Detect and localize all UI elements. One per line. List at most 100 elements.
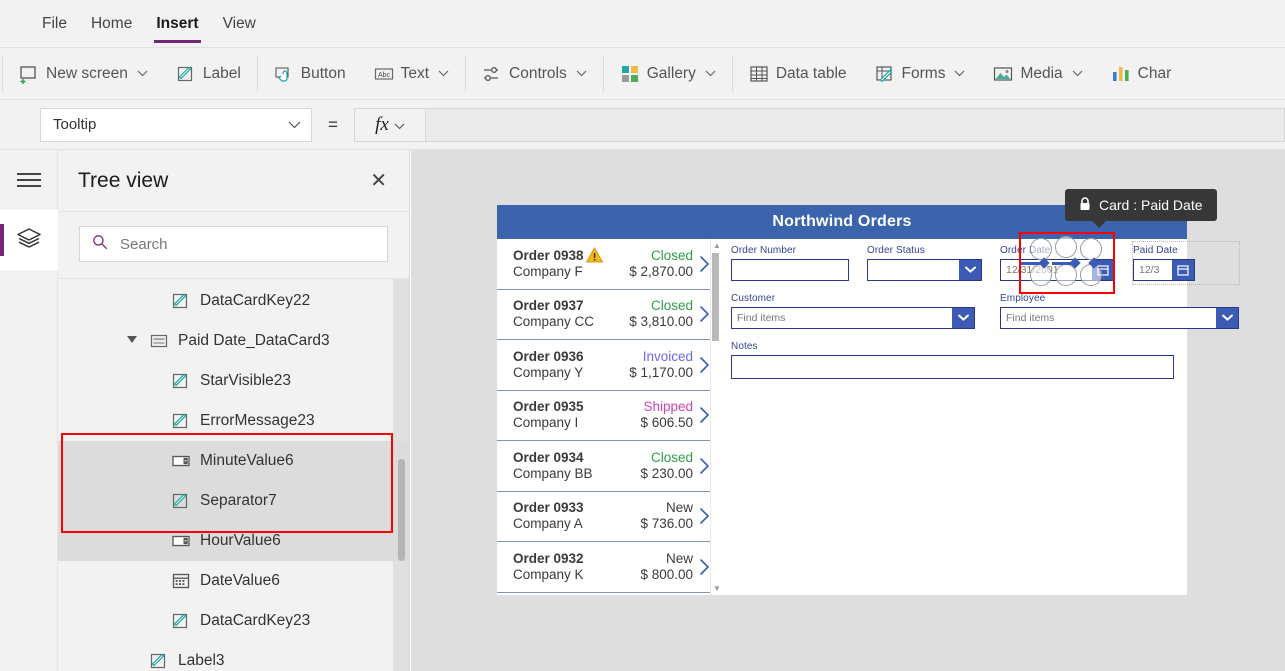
chevron-down-icon[interactable] (705, 70, 716, 77)
order-number-label: Order Number (731, 245, 849, 256)
svg-text:Abc: Abc (378, 71, 391, 78)
gallery-amount: $ 736.00 (640, 516, 693, 532)
menu-tab-file[interactable]: File (30, 1, 79, 47)
chevron-down-icon[interactable] (438, 70, 449, 77)
ribbon-item-label[interactable]: Label (162, 52, 255, 96)
customer-combobox[interactable]: Find items (731, 307, 975, 329)
gallery-row[interactable]: Order 0935ShippedCompany I$ 606.50 (497, 391, 719, 442)
paid-date-card[interactable]: Paid Date 12/3 (1133, 242, 1239, 284)
customer-card[interactable]: Customer Find items (731, 293, 975, 329)
menu-tab-view[interactable]: View (211, 1, 268, 47)
gallery-company: Company A (513, 516, 583, 532)
chevron-down-icon[interactable] (1216, 308, 1238, 328)
ribbon-item-data-table[interactable]: Data table (735, 52, 861, 96)
tree-search-container (58, 212, 409, 279)
menu-tab-insert[interactable]: Insert (144, 1, 210, 47)
left-icon-rail (0, 150, 58, 671)
tree-item-starvisible23[interactable]: StarVisible23 (58, 361, 409, 401)
gallery-row[interactable]: Order 0934ClosedCompany BB$ 230.00 (497, 441, 719, 492)
chevron-down-icon[interactable] (576, 70, 587, 77)
gallery-row[interactable]: Order 0933NewCompany A$ 736.00 (497, 492, 719, 543)
property-select-value: Tooltip (53, 116, 96, 133)
dropdown-control-icon (171, 451, 191, 471)
tree-scrollbar-thumb[interactable] (398, 459, 405, 561)
ribbon-item-label: Button (301, 65, 346, 83)
insert-ribbon: New screen Label Button AbcText Controls Gall… (0, 48, 1285, 100)
gallery-amount: $ 3,810.00 (629, 314, 693, 330)
tree-item-label3[interactable]: Label3 (58, 641, 409, 671)
calendar-icon[interactable] (1172, 260, 1194, 280)
tree-item-datacardkey22[interactable]: DataCardKey22 (58, 281, 409, 321)
ribbon-item-forms[interactable]: Forms (861, 52, 980, 96)
forms-icon (875, 64, 895, 84)
tree-search-box[interactable] (79, 226, 388, 262)
chevron-down-icon (394, 114, 405, 136)
ribbon-item-controls[interactable]: Controls (468, 52, 601, 96)
tree-view-rail-button[interactable] (0, 210, 58, 270)
chevron-down-icon[interactable] (137, 70, 148, 77)
gallery-row[interactable]: Order 0938ClosedCompany F$ 2,870.00 (497, 239, 719, 290)
notes-card[interactable]: Notes (731, 341, 1174, 379)
employee-card[interactable]: Employee Find items (1000, 293, 1239, 329)
ribbon-item-label: Label (203, 65, 241, 83)
formula-input[interactable] (426, 108, 1285, 142)
gallery-row[interactable]: Order 0932NewCompany K$ 800.00 (497, 542, 719, 593)
tree-item-paid-date-datacard3[interactable]: Paid Date_DataCard3 (58, 321, 409, 361)
label-control-icon (171, 291, 191, 311)
ribbon-item-label: Data table (776, 65, 847, 83)
chevron-down-icon[interactable] (954, 70, 965, 77)
hamburger-icon (17, 173, 41, 187)
tree-item-errormessage23[interactable]: ErrorMessage23 (58, 401, 409, 441)
tree-item-minutevalue6[interactable]: MinuteValue6 (58, 441, 409, 481)
gallery-row[interactable]: Order 0937ClosedCompany CC$ 3,810.00 (497, 290, 719, 341)
gallery-amount: $ 1,170.00 (629, 365, 693, 381)
datacard-icon (149, 331, 169, 351)
order-number-input[interactable] (731, 259, 849, 281)
chevron-down-icon[interactable] (952, 308, 974, 328)
ribbon-item-text[interactable]: AbcText (360, 52, 463, 96)
employee-combobox[interactable]: Find items (1000, 307, 1239, 329)
gallery-row[interactable]: Order 0936InvoicedCompany Y$ 1,170.00 (497, 340, 719, 391)
selected-control-outline (1019, 232, 1115, 294)
tree-item-label: Label3 (178, 652, 225, 670)
gallery-scrollbar-thumb[interactable] (712, 253, 719, 341)
twisty-expand-icon[interactable] (124, 336, 140, 347)
hamburger-menu-button[interactable] (0, 150, 58, 210)
orders-gallery[interactable]: Order 0938ClosedCompany F$ 2,870.00 Order… (497, 239, 719, 595)
paid-date-input[interactable]: 12/3 (1133, 259, 1195, 281)
gallery-amount: $ 2,870.00 (629, 264, 693, 280)
order-status-card[interactable]: Order Status (867, 245, 982, 281)
gallery-scrollbar-track[interactable]: ▲ ▼ (710, 239, 719, 595)
fx-button[interactable]: fx (354, 108, 426, 142)
ribbon-item-new-screen[interactable]: New screen (5, 52, 162, 96)
gallery-order-number: Order 0936 (513, 349, 584, 365)
order-status-dropdown[interactable] (867, 259, 982, 281)
notes-input[interactable] (731, 355, 1174, 379)
gallery-company: Company I (513, 415, 578, 431)
ribbon-item-label: Gallery (647, 65, 696, 83)
gallery-amount: $ 606.50 (640, 415, 693, 431)
tree-item-datacardkey23[interactable]: DataCardKey23 (58, 601, 409, 641)
tree-item-label: ErrorMessage23 (200, 412, 315, 430)
search-input[interactable] (118, 235, 375, 254)
ribbon-item-media[interactable]: Media (979, 52, 1096, 96)
gallery-amount: $ 800.00 (640, 567, 693, 583)
tree-item-datevalue6[interactable]: DateValue6 (58, 561, 409, 601)
menu-tab-home[interactable]: Home (79, 1, 144, 47)
gallery-order-number: Order 0935 (513, 399, 584, 415)
gallery-order-number: Order 0937 (513, 298, 584, 314)
order-number-card[interactable]: Order Number (731, 245, 849, 281)
close-icon[interactable]: ✕ (370, 171, 387, 191)
gallery-company: Company CC (513, 314, 594, 330)
property-select[interactable]: Tooltip (40, 108, 312, 142)
ribbon-item-gallery[interactable]: Gallery (606, 52, 730, 96)
new-screen-icon (19, 64, 39, 84)
paid-date-label: Paid Date (1133, 245, 1239, 256)
ribbon-item-button[interactable]: Button (260, 52, 360, 96)
chevron-down-icon[interactable] (959, 260, 981, 280)
ribbon-item-label: Controls (509, 65, 567, 83)
tree-item-separator7[interactable]: Separator7 (58, 481, 409, 521)
tree-item-hourvalue6[interactable]: HourValue6 (58, 521, 409, 561)
chevron-down-icon[interactable] (1072, 70, 1083, 77)
ribbon-item-char[interactable]: Char (1097, 52, 1186, 96)
